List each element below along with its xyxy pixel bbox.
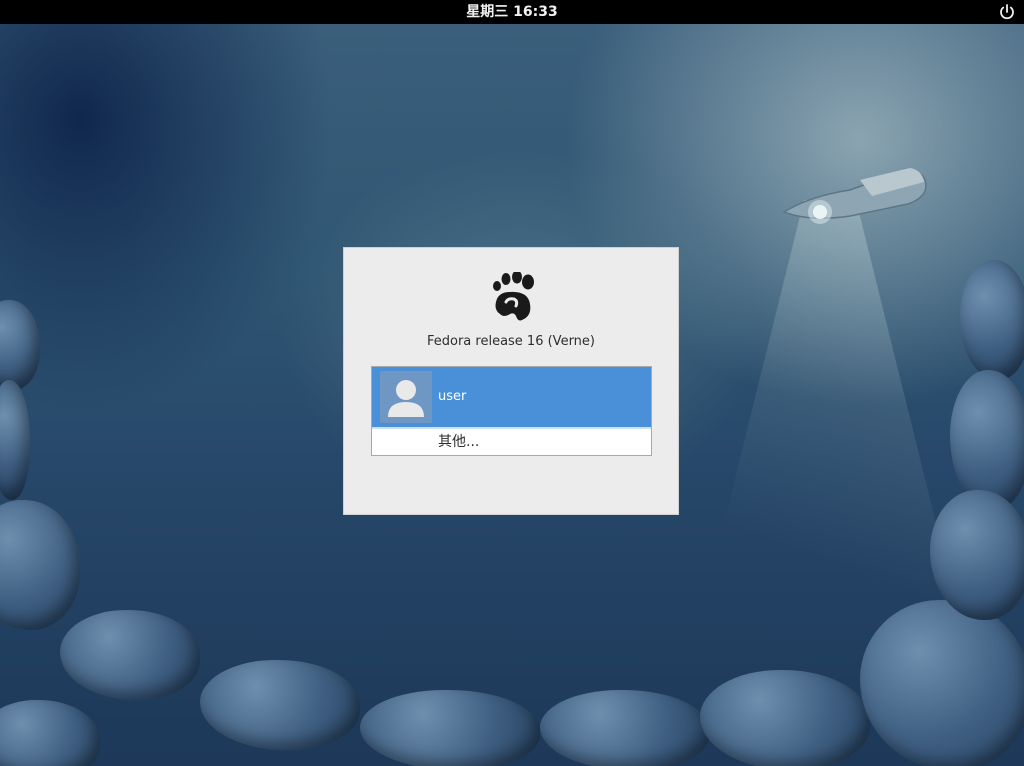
user-avatar-icon (388, 380, 424, 417)
rock (360, 690, 540, 766)
rock (200, 660, 360, 750)
login-dialog: Fedora release 16 (Verne) user 其他... (343, 247, 679, 515)
user-list-item[interactable]: user (372, 367, 651, 427)
rock (950, 370, 1024, 510)
rock (0, 500, 80, 630)
submarine-illustration (782, 168, 927, 224)
other-user-item[interactable]: 其他... (372, 429, 651, 455)
rock (540, 690, 710, 766)
rock (860, 600, 1024, 766)
other-user-label: 其他... (438, 434, 480, 450)
light-beam (700, 200, 960, 620)
rock (960, 260, 1024, 380)
login-screen: 星期三 16:33 Fedora release 16 (Verne) user… (0, 0, 1024, 766)
rock (700, 670, 870, 766)
distro-label: Fedora release 16 (Verne) (426, 334, 595, 349)
power-icon[interactable] (998, 3, 1016, 21)
top-panel: 星期三 16:33 (0, 0, 1024, 24)
rock (60, 610, 200, 700)
user-name-label: user (438, 389, 467, 404)
user-list: user 其他... (371, 366, 652, 456)
clock[interactable]: 星期三 16:33 (0, 0, 1024, 24)
rock (0, 380, 30, 500)
rock (0, 700, 100, 766)
rock (0, 300, 40, 390)
gnome-foot-icon (493, 272, 534, 321)
avatar (380, 371, 432, 423)
